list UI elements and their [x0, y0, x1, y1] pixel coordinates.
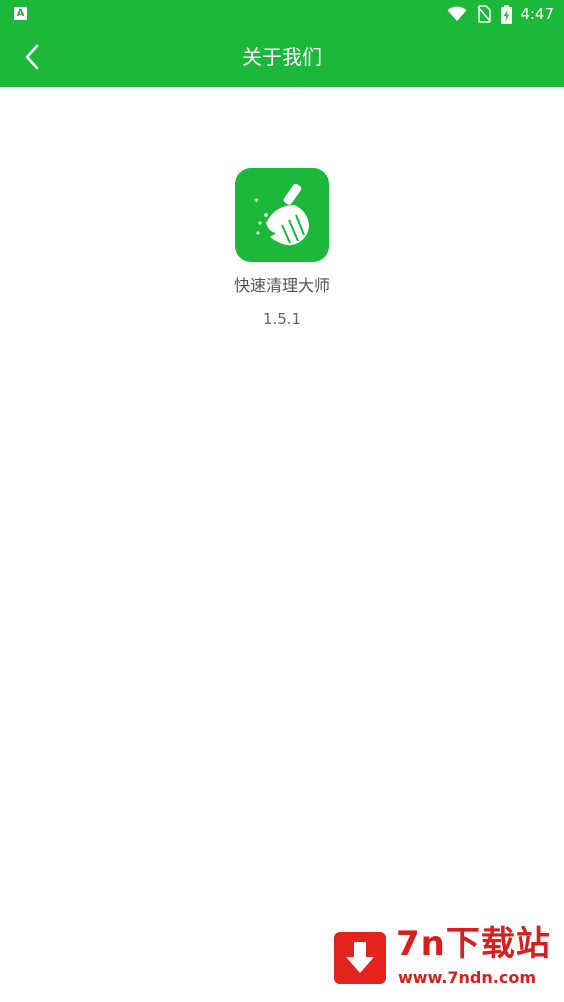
back-button[interactable]	[10, 34, 54, 80]
top-app-bar: A 4:47 关于我们	[0, 0, 564, 87]
status-bar: A 4:47	[0, 0, 564, 28]
chevron-left-icon	[25, 44, 39, 70]
page-title: 关于我们	[242, 45, 322, 69]
broom-icon: *	[254, 183, 309, 246]
no-sim-icon	[477, 5, 492, 23]
watermark-title: 7n下载站	[396, 924, 551, 964]
watermark: 7n下载站 www.7ndn.com	[320, 912, 560, 998]
battery-charging-icon	[501, 4, 513, 24]
watermark-logo	[334, 932, 386, 984]
wifi-icon	[447, 6, 467, 21]
nav-bar: 关于我们	[0, 28, 564, 87]
app-version: 1.5.1	[262, 310, 302, 328]
about-section: * 快速清理大师 1.5.1	[0, 168, 564, 330]
app-name: 快速清理大师	[233, 276, 330, 295]
status-icons: 4:47	[447, 4, 554, 24]
app-icon: *	[235, 168, 329, 262]
watermark-url: www.7ndn.com	[398, 968, 536, 987]
download-arrow-icon	[346, 942, 374, 973]
status-time: 4:47	[520, 5, 554, 23]
svg-text:*: *	[254, 197, 259, 208]
app-notification-icon: A	[14, 7, 27, 20]
